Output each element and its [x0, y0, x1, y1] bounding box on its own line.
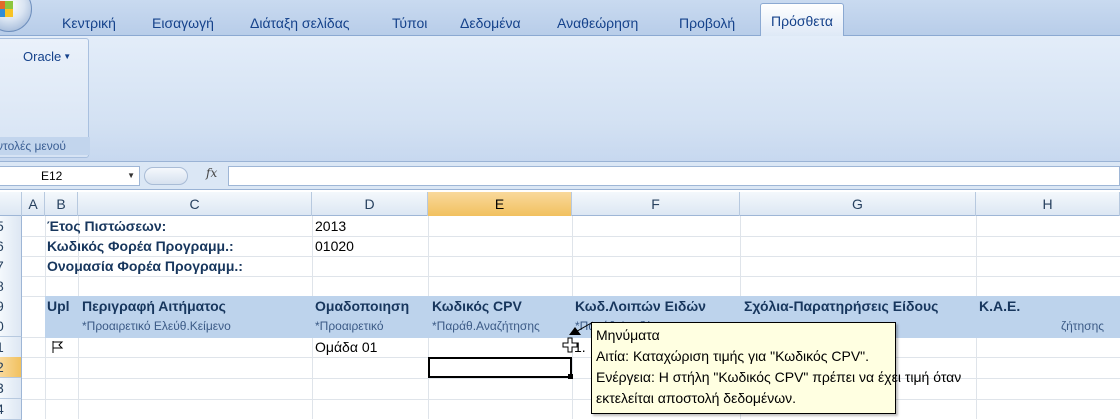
formula-input[interactable]: [228, 166, 1120, 186]
subheader-grouping: *Προαιρετικό: [315, 319, 384, 333]
group-label-text: ντολές μενού: [0, 139, 66, 153]
flag-icon[interactable]: [51, 340, 65, 354]
column-header-a[interactable]: A: [22, 192, 45, 216]
header-kae: Κ.Α.Ε.: [979, 298, 1021, 314]
chevron-down-icon: ▼: [63, 52, 72, 61]
office-logo-icon: [0, 1, 13, 17]
oracle-menu-button[interactable]: Oracle ▼: [23, 49, 71, 64]
row-header[interactable]: 9: [0, 296, 22, 317]
row-header-selected[interactable]: 2: [0, 357, 22, 378]
header-comments: Σχόλια-Παρατηρήσεις Είδους: [744, 298, 939, 314]
header-grouping: Ομαδοποιηση: [315, 298, 410, 314]
header-other-codes: Κωδ.Λοιπών Ειδών: [575, 298, 706, 314]
fill-handle[interactable]: [568, 374, 573, 379]
tooltip-cause: Αιτία: Καταχώριση τιμής για "Κωδικός CPV…: [596, 348, 870, 364]
oracle-label: Oracle: [23, 49, 62, 64]
tab-review[interactable]: Αναθεώρηση: [557, 12, 638, 34]
office-button[interactable]: [0, 0, 32, 32]
subheader-description: *Προαιρετικό Ελεύθ.Κείμενο: [82, 319, 231, 333]
subheader-cpv: *Παράθ.Αναζήτησης: [432, 319, 540, 333]
cursor-cross-icon: [562, 337, 578, 353]
ribbon-tab-bar: Κεντρική Εισαγωγή Διάταξη σελίδας Τύποι …: [0, 0, 1120, 37]
header-cpv: Κωδικός CPV: [432, 298, 522, 314]
ribbon-body: Oracle ▼ ντολές μενού: [0, 36, 1120, 162]
agency-code-value[interactable]: 01020: [315, 236, 354, 257]
row-header[interactable]: 7: [0, 256, 22, 277]
agency-name-label: Ονομασία Φορέα Προγραμμ.:: [47, 258, 243, 274]
header-description: Περιγραφή Αιτήματος: [82, 298, 226, 314]
fx-icon[interactable]: fx: [206, 166, 217, 180]
column-header-f[interactable]: F: [572, 192, 740, 216]
cell-reference: E12: [41, 169, 63, 183]
tab-formulas[interactable]: Τύποι: [392, 12, 427, 34]
tab-insert[interactable]: Εισαγωγή: [152, 12, 214, 34]
column-header-d[interactable]: D: [312, 192, 428, 216]
year-value[interactable]: 2013: [315, 216, 346, 237]
column-header-b[interactable]: B: [45, 192, 78, 216]
validation-message-tooltip: Μηνύματα Αιτία: Καταχώριση τιμής για "Κω…: [591, 322, 962, 414]
formula-controls: fx: [142, 166, 228, 186]
column-header-e[interactable]: E: [428, 192, 572, 216]
row-header[interactable]: 0: [0, 316, 22, 337]
year-label: Έτος Πιστώσεων:: [47, 218, 167, 234]
column-header-g[interactable]: G: [740, 192, 976, 216]
row-header[interactable]: 4: [0, 399, 22, 420]
header-upl: Upl: [47, 298, 70, 314]
row-header[interactable]: 8: [0, 276, 22, 297]
tab-data[interactable]: Δεδομένα: [460, 12, 521, 34]
tab-page-layout[interactable]: Διάταξη σελίδας: [250, 12, 350, 34]
row-header[interactable]: 6: [0, 236, 22, 257]
tooltip-title: Μηνύματα: [596, 327, 660, 343]
group-label: ντολές μενού: [0, 137, 90, 155]
subheader-h: ζήτησης: [1061, 319, 1105, 333]
active-cell-e12[interactable]: [428, 357, 572, 378]
column-header-c[interactable]: C: [78, 192, 312, 216]
row-header[interactable]: 3: [0, 378, 22, 399]
grouping-value[interactable]: Ομάδα 01: [315, 337, 377, 358]
select-all-corner[interactable]: [0, 192, 22, 216]
tab-view[interactable]: Προβολή: [679, 12, 735, 34]
tab-home[interactable]: Κεντρική: [62, 12, 116, 34]
column-header-row: A B C D E F G H: [0, 192, 1120, 216]
agency-code-label: Κωδικός Φορέα Προγραμμ.:: [47, 238, 234, 254]
tooltip-action: Ενέργεια: Η στήλη "Κωδικός CPV" πρέπει ν…: [596, 369, 962, 385]
chevron-down-icon[interactable]: ▼: [127, 167, 135, 185]
tooltip-action-cont: εκτελείται αποστολή δεδομένων.: [596, 390, 797, 406]
gridline: [22, 399, 1120, 400]
formula-bar: E12 ▼ fx: [0, 162, 1120, 190]
tab-add-ins[interactable]: Πρόσθετα: [760, 3, 844, 37]
menu-commands-group: Oracle ▼ ντολές μενού: [0, 38, 90, 158]
column-header-h[interactable]: H: [976, 192, 1120, 216]
row-header[interactable]: 1: [0, 337, 22, 358]
name-box[interactable]: E12 ▼: [0, 166, 140, 186]
formula-cancel-enter-pill: [144, 167, 188, 185]
row-header[interactable]: 5: [0, 216, 22, 237]
